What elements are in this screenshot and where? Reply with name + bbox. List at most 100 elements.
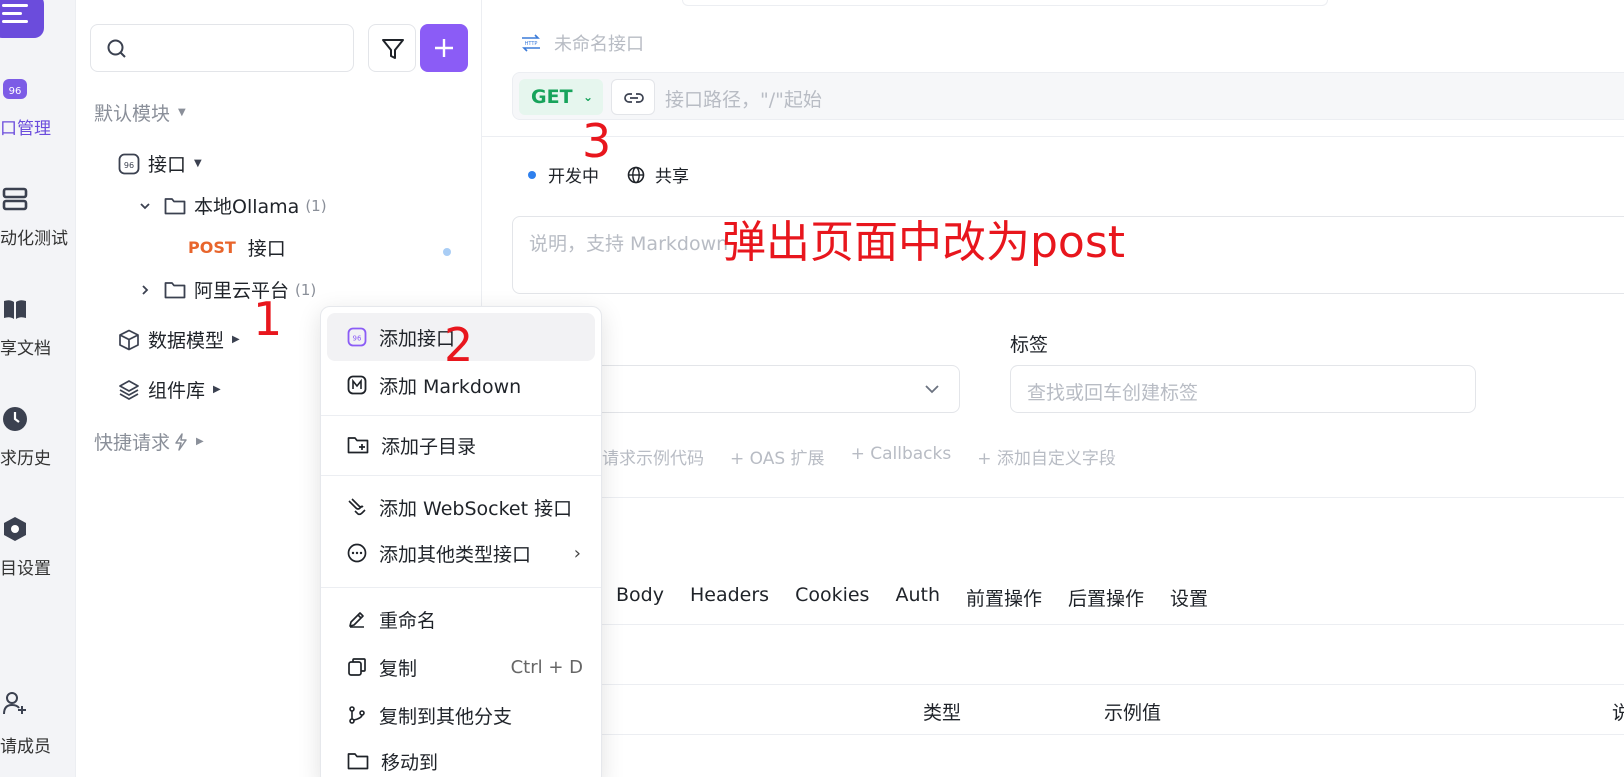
menu-label: 添加其他类型接口 — [379, 543, 532, 566]
api-icon: 96 — [347, 327, 367, 347]
menu-label: 移动到 — [381, 751, 439, 774]
tree-interface-root[interactable]: 96 接口 ▼ — [118, 150, 202, 177]
tab-post-actions[interactable]: 后置操作 — [1068, 584, 1144, 611]
divider — [482, 684, 1624, 685]
svg-text:96: 96 — [124, 161, 134, 170]
rail-item-auto-test[interactable]: 动化测试 — [0, 186, 76, 266]
chevron-right-icon: › — [573, 542, 581, 564]
tree-folder-aliyun[interactable]: 阿里云平台 (1) — [138, 276, 316, 303]
plus-icon — [435, 39, 453, 57]
rail-item-project-settings[interactable]: 目设置 — [0, 516, 76, 596]
api-icon: 96 — [3, 79, 27, 99]
tree-components[interactable]: 组件库 ▶ — [118, 376, 221, 403]
status-dot — [528, 170, 536, 179]
tag-placeholder: 查找或回车创建标签 — [1027, 382, 1199, 404]
chevron-down-icon: ⌄ — [582, 90, 593, 104]
tab-auth[interactable]: Auth — [895, 584, 940, 611]
rail-label: 求历史 — [0, 449, 51, 469]
more-circle-icon — [347, 543, 367, 563]
svg-text:HTTP: HTTP — [525, 41, 538, 47]
caret-down-icon: ▼ — [178, 107, 186, 118]
menu-copy-to-branch[interactable]: 复制到其他分支 — [327, 691, 595, 739]
annotation-step-3: 3 — [582, 114, 612, 168]
tab-pre-actions[interactable]: 前置操作 — [966, 584, 1042, 611]
menu-separator — [321, 415, 601, 416]
rail-item-invite-members[interactable]: 请成员 — [0, 690, 76, 770]
rail-label: 请成员 — [0, 737, 51, 757]
tab-settings[interactable]: 设置 — [1170, 584, 1208, 611]
method-select[interactable]: GET ⌄ — [519, 79, 603, 115]
folder-aliyun-count: (1) — [295, 280, 317, 299]
menu-label: 添加 WebSocket 接口 — [379, 497, 573, 520]
tab-cookies[interactable]: Cookies — [795, 584, 869, 611]
clock-icon — [3, 407, 27, 431]
tree-default-module[interactable]: 默认模块 ▼ — [94, 99, 186, 126]
menu-label: 复制 — [379, 657, 418, 680]
add-button[interactable] — [420, 24, 468, 72]
post-method-badge: POST — [188, 238, 236, 257]
menu-add-other-types[interactable]: 添加其他类型接口 › — [327, 529, 595, 577]
tree-folder-local-ollama[interactable]: 本地Ollama (1) — [138, 192, 327, 219]
column-type: 类型 — [923, 702, 962, 724]
column-desc: 说 — [1612, 702, 1624, 724]
filter-button[interactable] — [368, 24, 416, 72]
link-button[interactable] — [611, 79, 655, 115]
divider — [482, 624, 1624, 625]
url-bar: GET ⌄ 接口路径，"/"起始 — [512, 72, 1624, 120]
menu-move-to[interactable]: 移动到 — [327, 737, 595, 777]
filter-icon — [382, 39, 404, 59]
tab-headers[interactable]: Headers — [690, 584, 769, 611]
menu-label: 重命名 — [379, 609, 437, 632]
custom-field-link[interactable]: + 添加自定义字段 — [977, 444, 1116, 469]
tab-strip — [682, 0, 1328, 6]
url-input[interactable]: 接口路径，"/"起始 — [665, 85, 822, 112]
copy-icon — [348, 658, 366, 676]
websocket-icon — [348, 498, 366, 516]
request-example-link[interactable]: 请求示例代码 — [602, 444, 704, 469]
caret-right-icon: ▶ — [213, 384, 221, 395]
rail-item-shared-docs[interactable]: 享文档 — [0, 296, 76, 376]
rail-item-history[interactable]: 求历史 — [0, 406, 76, 486]
data-model-label: 数据模型 — [148, 330, 225, 352]
oas-extension-link[interactable]: + OAS 扩展 — [730, 444, 825, 469]
caret-down-icon: ▼ — [194, 158, 202, 169]
tab-body[interactable]: Body — [616, 584, 664, 611]
markdown-icon — [347, 375, 367, 395]
menu-copy[interactable]: 复制 Ctrl + D — [327, 643, 595, 691]
tree-item-post-interface[interactable]: POST 接口 — [188, 234, 286, 261]
tag-input[interactable]: 查找或回车创建标签 — [1010, 365, 1476, 413]
folder-local-count: (1) — [305, 196, 327, 215]
chevron-down-icon — [140, 202, 150, 209]
folder-plus-icon — [347, 437, 369, 454]
status-dot — [443, 248, 451, 256]
menu-separator — [321, 587, 601, 588]
tree-data-model[interactable]: 数据模型 ▶ — [118, 326, 240, 353]
http-icon: HTTP — [522, 34, 540, 52]
callbacks-link[interactable]: + Callbacks — [851, 444, 952, 469]
settings-hex-icon — [4, 517, 26, 541]
caret-right-icon: ▶ — [232, 334, 240, 345]
share-button[interactable]: 共享 — [655, 162, 689, 187]
svg-text:96: 96 — [9, 86, 22, 97]
tree-quick-request[interactable]: 快捷请求 ▶ — [94, 428, 204, 455]
folder-local-label: 本地Ollama — [194, 196, 300, 218]
default-module-label: 默认模块 — [94, 103, 171, 125]
branch-icon — [349, 706, 365, 724]
menu-label: 添加子目录 — [381, 435, 477, 458]
api-name-placeholder: 未命名接口 — [554, 34, 644, 55]
column-example: 示例值 — [1104, 702, 1162, 724]
rail-item-api-management[interactable]: 96 口管理 — [0, 76, 76, 156]
app-logo-icon[interactable] — [0, 0, 44, 38]
api-name-row[interactable]: HTTP 未命名接口 — [520, 30, 644, 56]
cube-icon — [119, 329, 139, 350]
description-placeholder: 说明，支持 Markdown — [529, 233, 729, 255]
caret-right-icon: ▶ — [196, 436, 204, 447]
menu-add-subdir[interactable]: 添加子目录 — [327, 421, 595, 469]
search-input[interactable] — [90, 24, 354, 72]
menu-add-websocket[interactable]: 添加 WebSocket 接口 — [327, 483, 595, 531]
annotation-note: 弹出页面中改为post — [722, 217, 1126, 268]
add-user-icon — [3, 692, 26, 715]
quick-request-label: 快捷请求 — [94, 432, 171, 454]
tag-label: 标签 — [1010, 334, 1049, 356]
menu-rename[interactable]: 重命名 — [327, 595, 595, 643]
